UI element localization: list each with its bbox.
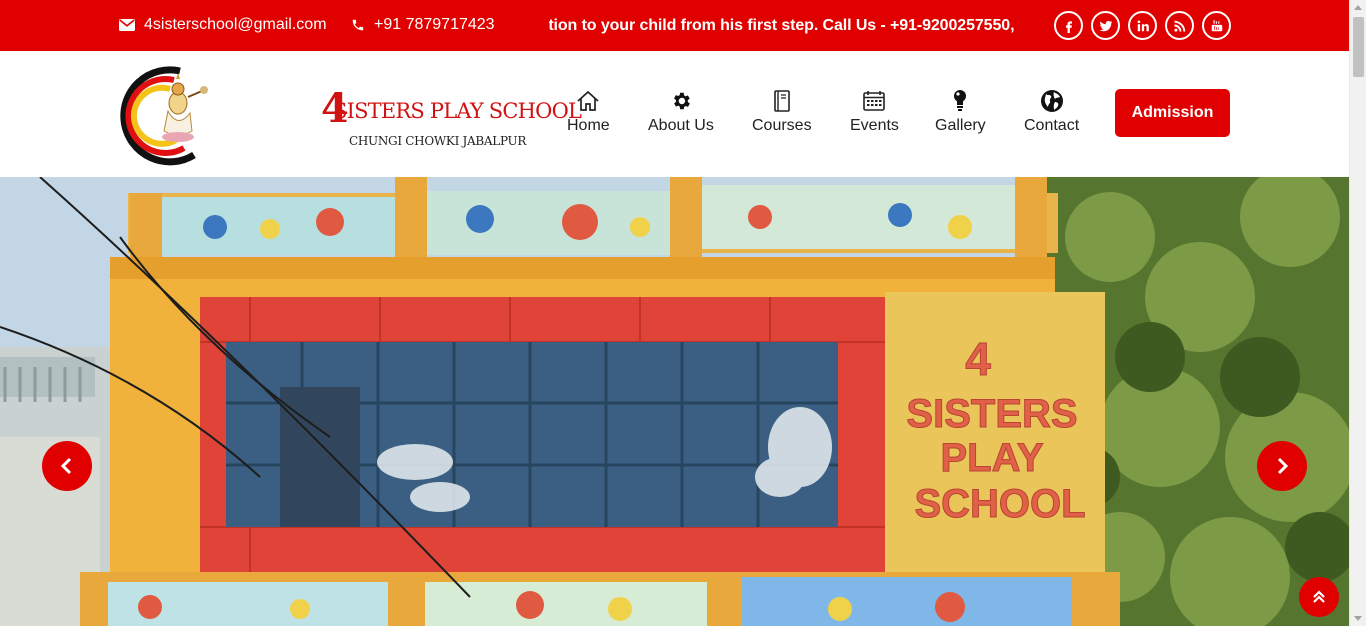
envelope-icon — [119, 19, 135, 31]
announcement-text: ition to your child from his first step.… — [549, 17, 1016, 34]
scroll-down-arrow-icon[interactable] — [1354, 616, 1362, 621]
site-header: 4 SISTERS PLAY SCHOOL CHUNGI CHOWKI JABAL… — [0, 51, 1349, 177]
gear-icon — [670, 89, 692, 113]
phone-contact[interactable]: +91 7879717423 — [351, 16, 495, 34]
nav-item-gallery[interactable]: Gallery — [935, 89, 986, 135]
slider-next-button[interactable] — [1257, 441, 1307, 491]
rss-icon[interactable] — [1165, 11, 1194, 40]
page-scrollbar[interactable] — [1349, 0, 1366, 626]
school-logo[interactable]: 4 SISTERS PLAY SCHOOL CHUNGI CHOWKI JABAL… — [118, 63, 582, 167]
sign-line-4: SCHOOL — [914, 482, 1085, 526]
nav-item-about[interactable]: About Us — [648, 89, 714, 135]
logo-title: 4 SISTERS PLAY SCHOOL — [321, 85, 582, 132]
nav-item-courses[interactable]: Courses — [752, 89, 812, 135]
back-to-top-button[interactable] — [1299, 577, 1339, 617]
nav-label-events: Events — [850, 117, 899, 134]
phone-icon — [351, 18, 365, 32]
logo-subtitle: CHUNGI CHOWKI JABALPUR — [349, 134, 527, 148]
sign-line-2: SISTERS — [906, 392, 1077, 436]
slider-prev-button[interactable] — [42, 441, 92, 491]
phone-text[interactable]: +91 7879717423 — [374, 16, 495, 34]
nav-label-home: Home — [567, 117, 610, 134]
chevron-right-icon — [1277, 457, 1289, 475]
facebook-icon[interactable] — [1054, 11, 1083, 40]
home-icon — [576, 89, 600, 113]
nav-item-events[interactable]: Events — [850, 89, 899, 135]
nav-label-about: About Us — [648, 117, 714, 134]
linkedin-icon[interactable] — [1128, 11, 1157, 40]
announcement-marquee: ition to your child from his first step.… — [549, 14, 1016, 38]
hero-slider: 4 SISTERS PLAY SCHOOL — [0, 177, 1349, 626]
calendar-icon — [862, 89, 886, 113]
email-text[interactable]: 4sisterschool@gmail.com — [144, 16, 327, 34]
double-chevron-up-icon — [1313, 590, 1325, 603]
logo-numeral: 4 — [321, 85, 349, 132]
nav-label-courses: Courses — [752, 117, 812, 134]
logo-title-text: SISTERS PLAY SCHOOL — [333, 99, 582, 123]
logo-emblem — [120, 66, 208, 166]
lightbulb-icon — [952, 89, 968, 113]
youtube-icon[interactable] — [1202, 11, 1231, 40]
social-links — [1054, 11, 1231, 40]
book-icon — [772, 89, 792, 113]
nav-label-gallery: Gallery — [935, 117, 986, 134]
sign-line-1: 4 — [965, 333, 991, 385]
globe-icon — [1040, 89, 1064, 113]
sign-line-3: PLAY — [940, 436, 1043, 480]
chevron-left-icon — [60, 457, 72, 475]
nav-label-contact: Contact — [1024, 117, 1080, 134]
twitter-icon[interactable] — [1091, 11, 1120, 40]
top-bar: 4sisterschool@gmail.com +91 7879717423 i… — [0, 0, 1349, 51]
nav-item-contact[interactable]: Contact — [1024, 89, 1079, 135]
admission-button[interactable]: Admission — [1115, 89, 1230, 137]
email-contact[interactable]: 4sisterschool@gmail.com — [119, 16, 327, 34]
scrollbar-thumb[interactable] — [1353, 17, 1364, 77]
scroll-up-arrow-icon[interactable] — [1354, 5, 1362, 10]
school-building-photo: 4 SISTERS PLAY SCHOOL — [0, 177, 1349, 626]
nav-item-home[interactable]: Home — [567, 89, 610, 135]
